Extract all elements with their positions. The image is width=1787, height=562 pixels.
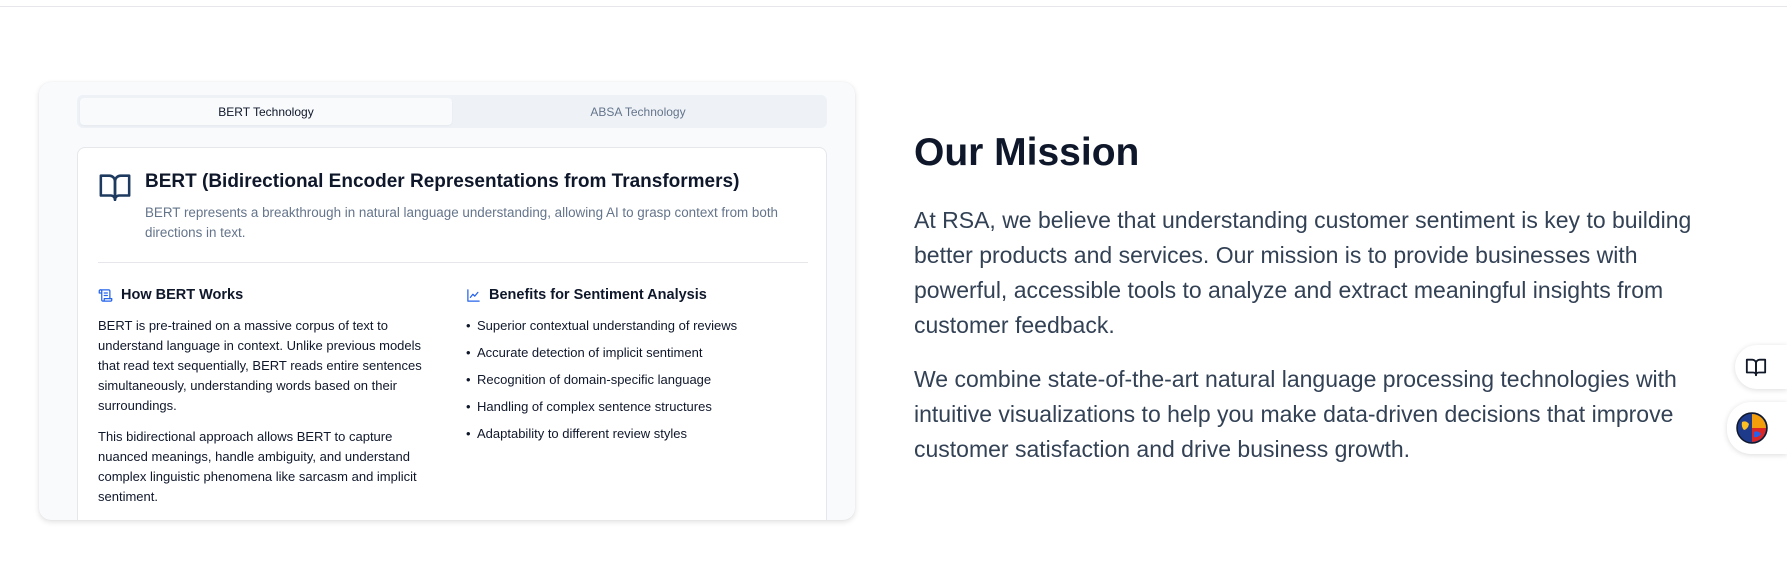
technology-tabs: BERT Technology ABSA Technology: [77, 95, 827, 128]
open-book-icon: [99, 174, 131, 202]
benefits-list: • Superior contextual understanding of re…: [466, 316, 811, 444]
mission-paragraph: At RSA, we believe that understanding cu…: [914, 207, 1692, 338]
list-item: • Accurate detection of implicit sentimen…: [466, 345, 703, 360]
how-bert-works-paragraph: This bidirectional approach allows BERT …: [98, 429, 417, 504]
bert-panel: BERT (Bidirectional Encoder Representati…: [77, 147, 827, 520]
scroll-icon: [98, 288, 113, 302]
how-bert-works-paragraph: BERT is pre-trained on a massive corpus …: [98, 318, 422, 413]
how-bert-works-label: How BERT Works: [121, 287, 244, 303]
list-item: • Superior contextual understanding of re…: [466, 318, 738, 333]
mission-section: Our Mission At RSA, we believe that unde…: [914, 131, 1734, 467]
book-icon: [1745, 358, 1767, 377]
list-item: • Handling of complex sentence structures: [466, 399, 712, 414]
top-divider: [0, 6, 1787, 7]
panel-divider: [98, 262, 808, 263]
list-item: • Recognition of domain-specific language: [466, 372, 712, 387]
mission-paragraph: We combine state-of-the-art natural lang…: [914, 366, 1677, 462]
bert-panel-title: BERT (Bidirectional Encoder Representati…: [145, 171, 740, 192]
how-bert-works-section: How BERT Works BERT is pre-trained on a …: [98, 286, 443, 507]
benefits-label: Benefits for Sentiment Analysis: [489, 287, 707, 303]
line-chart-icon: [467, 288, 480, 302]
floating-assistant-button[interactable]: [1727, 402, 1787, 454]
tab-bert-technology[interactable]: BERT Technology: [80, 98, 452, 125]
tab-absa-technology[interactable]: ABSA Technology: [452, 98, 824, 125]
globe-avatar-icon: [1736, 412, 1768, 444]
how-bert-works-heading: How BERT Works: [98, 286, 443, 304]
mission-heading: Our Mission: [914, 131, 1140, 174]
bert-panel-description: BERT represents a breakthrough in natura…: [145, 205, 778, 240]
technology-card: BERT Technology ABSA Technology BERT (Bi…: [39, 82, 855, 520]
benefits-section: Benefits for Sentiment Analysis • Superio…: [466, 286, 811, 451]
benefits-heading: Benefits for Sentiment Analysis: [466, 286, 811, 304]
list-item: • Adaptability to different review styles: [466, 426, 688, 441]
floating-book-button[interactable]: [1735, 345, 1787, 389]
